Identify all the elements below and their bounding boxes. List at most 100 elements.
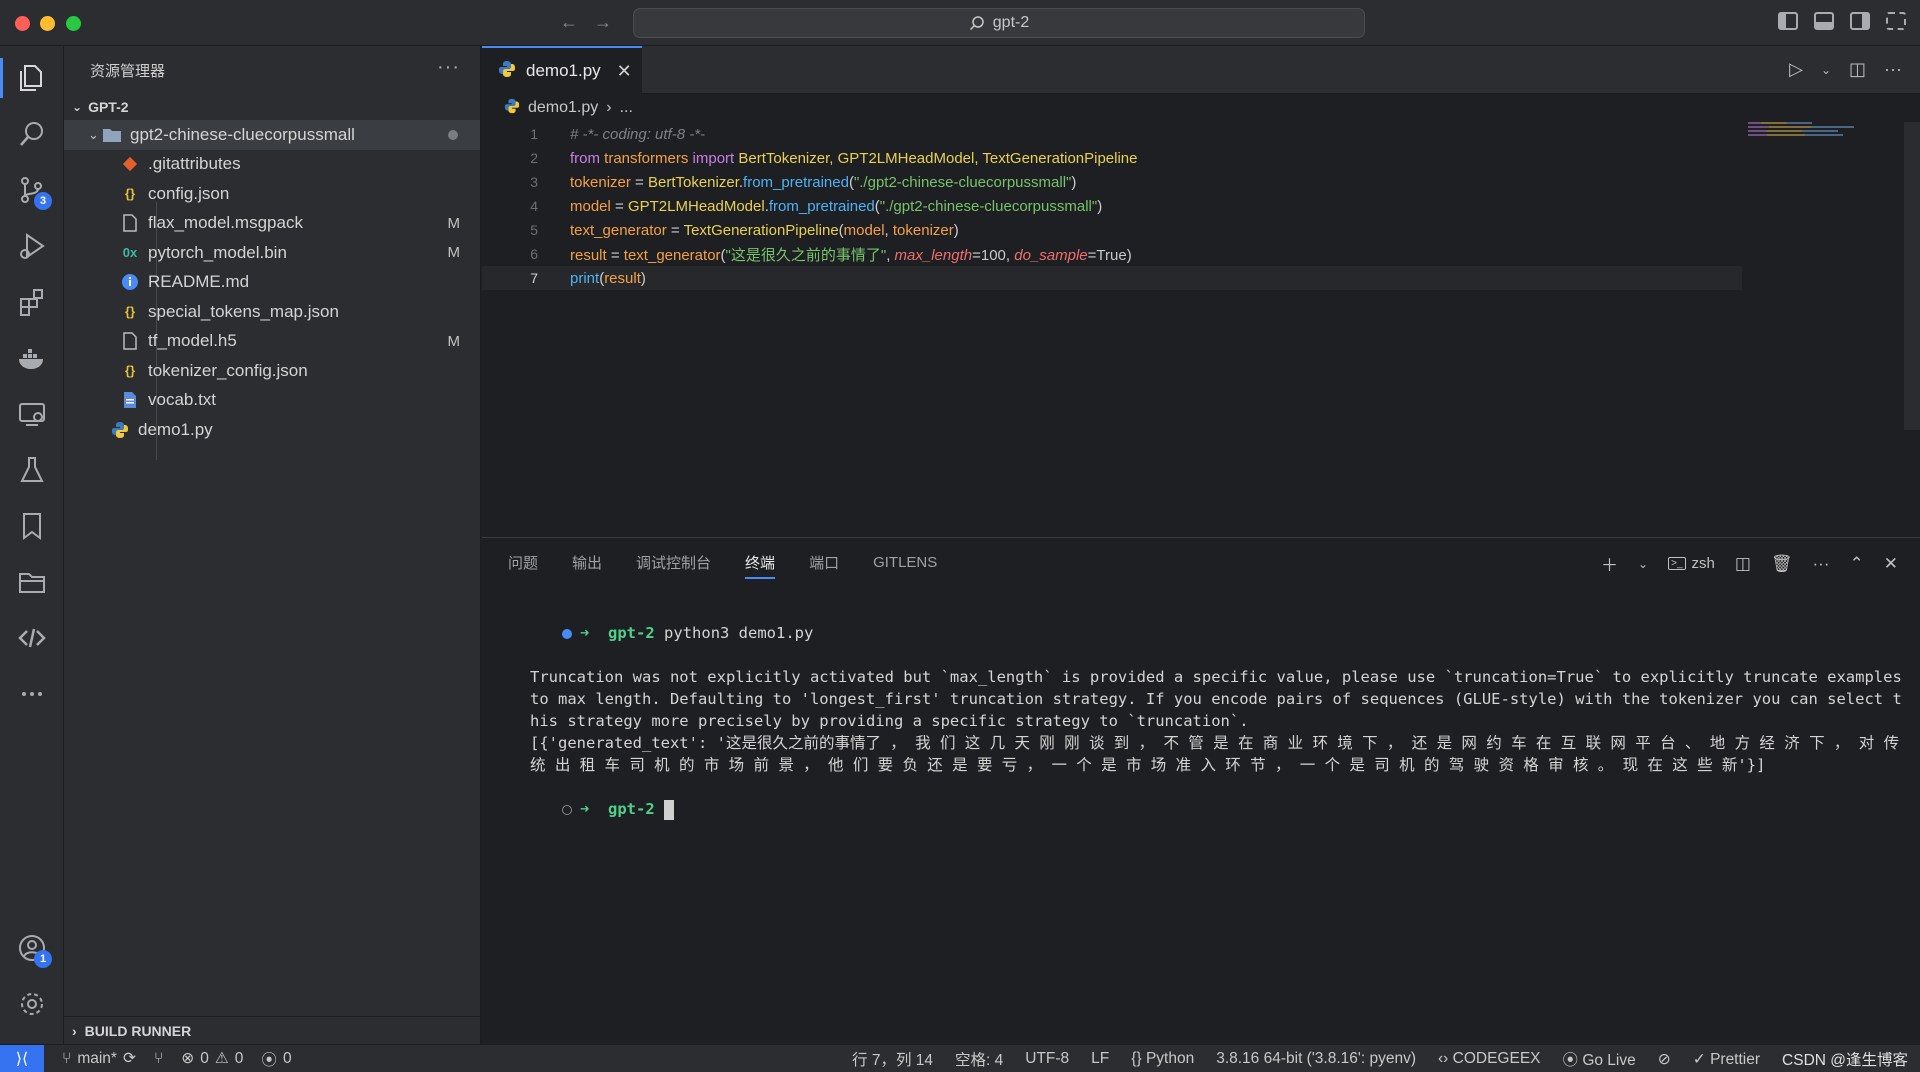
breadcrumb-symbol[interactable]: ... bbox=[620, 99, 633, 117]
indentation[interactable]: 空格: 4 bbox=[955, 1048, 1003, 1070]
problems-indicator[interactable]: ⊗ 0 ⚠ 0 bbox=[181, 1049, 243, 1068]
code-variable: text_generator bbox=[570, 221, 667, 239]
docker-icon[interactable] bbox=[0, 330, 64, 386]
close-icon[interactable]: ✕ bbox=[617, 61, 632, 82]
file-row[interactable]: {} tokenizer_config.json bbox=[64, 356, 480, 386]
tab-debug-console[interactable]: 调试控制台 bbox=[636, 552, 711, 573]
command-center-search[interactable]: gpt-2 bbox=[633, 8, 1365, 38]
terminal-warning-text: Truncation was not explicitly activated … bbox=[530, 668, 1912, 730]
accounts-icon[interactable]: 1 bbox=[0, 920, 64, 976]
tab-gitlens[interactable]: GITLENS bbox=[873, 554, 937, 571]
chevron-down-icon[interactable]: ⌄ bbox=[1638, 557, 1648, 571]
build-runner-section[interactable]: › BUILD RUNNER bbox=[64, 1016, 480, 1044]
terminal-shell-selector[interactable]: >_ zsh bbox=[1668, 555, 1715, 572]
file-row[interactable]: {} special_tokens_map.json bbox=[64, 297, 480, 327]
file-row[interactable]: {} config.json bbox=[64, 179, 480, 209]
forward-arrow-icon[interactable]: → bbox=[594, 12, 612, 33]
code-keyword: from bbox=[570, 149, 600, 167]
bottom-panel: 问题 输出 调试控制台 终端 端口 GITLENS ＋ ⌄ >_ zsh ◫ 🗑… bbox=[482, 537, 1920, 1044]
workspace-section-header[interactable]: ⌄ GPT-2 bbox=[64, 94, 480, 120]
minimize-window-button[interactable] bbox=[40, 16, 55, 31]
file-row[interactable]: 0x pytorch_model.bin M bbox=[64, 238, 480, 268]
branch-indicator[interactable]: ⑂ main* ⟳ bbox=[62, 1049, 136, 1068]
file-name: demo1.py bbox=[138, 419, 213, 439]
file-row-demo1[interactable]: demo1.py bbox=[64, 415, 480, 445]
json-icon: {} bbox=[124, 186, 136, 202]
tab-terminal[interactable]: 终端 bbox=[745, 552, 776, 579]
git-graph-icon[interactable]: ⑂ bbox=[154, 1050, 163, 1068]
remote-explorer-icon[interactable] bbox=[0, 386, 64, 442]
chevron-down-icon[interactable]: ⌄ bbox=[1821, 63, 1831, 77]
code-editor[interactable]: 1 # -*- coding: utf-8 -*- 2 from transfo… bbox=[482, 122, 1920, 536]
braces-icon: {} bbox=[1131, 1050, 1142, 1067]
prettier-label: Prettier bbox=[1710, 1050, 1761, 1068]
run-debug-icon[interactable] bbox=[0, 218, 64, 274]
more-views-icon[interactable] bbox=[0, 666, 64, 722]
terminal-output[interactable]: ➜ gpt-2 python3 demo1.py Truncation was … bbox=[506, 600, 1902, 842]
file-row[interactable]: README.md bbox=[64, 268, 480, 298]
broadcast-icon: ⦿ bbox=[261, 1051, 277, 1069]
file-row[interactable]: flax_model.msgpack M bbox=[64, 209, 480, 239]
more-actions-icon[interactable]: ··· bbox=[1813, 554, 1830, 574]
trash-icon[interactable]: 🗑 bbox=[1771, 554, 1793, 574]
project-manager-icon[interactable] bbox=[0, 554, 64, 610]
toggle-secondary-sidebar-icon[interactable] bbox=[1850, 12, 1870, 30]
split-terminal-icon[interactable]: ◫ bbox=[1735, 554, 1751, 574]
minimap[interactable] bbox=[1748, 122, 1854, 142]
remote-indicator-icon[interactable]: ⟩⟨ bbox=[0, 1044, 44, 1072]
tab-ports[interactable]: 端口 bbox=[809, 552, 839, 573]
code-icon[interactable] bbox=[0, 610, 64, 666]
folder-row[interactable]: ⌄ gpt2-chinese-cluecorpussmall bbox=[64, 120, 480, 150]
codegeex-status[interactable]: ‹› CODEGEEX bbox=[1438, 1050, 1541, 1068]
language-mode[interactable]: {} Python bbox=[1131, 1050, 1194, 1068]
customize-layout-icon[interactable] bbox=[1886, 12, 1906, 30]
more-actions-icon[interactable]: ··· bbox=[1884, 59, 1902, 80]
tab-problems[interactable]: 问题 bbox=[508, 552, 538, 573]
tab-demo1[interactable]: demo1.py ✕ bbox=[482, 46, 642, 94]
back-arrow-icon[interactable]: ← bbox=[560, 12, 578, 33]
ports-indicator[interactable]: ⦿ 0 bbox=[261, 1048, 291, 1070]
end-of-line[interactable]: LF bbox=[1091, 1050, 1109, 1068]
copilot-off-icon[interactable]: ⊘ bbox=[1658, 1050, 1671, 1069]
new-terminal-icon[interactable]: ＋ bbox=[1601, 551, 1618, 576]
search-activity-icon[interactable] bbox=[0, 106, 64, 162]
extensions-icon[interactable] bbox=[0, 274, 64, 330]
code-string: "./gpt2-chinese-cluecorpussmall" bbox=[879, 197, 1098, 215]
run-icon[interactable]: ▷ bbox=[1789, 59, 1803, 80]
file-row[interactable]: tf_model.h5 M bbox=[64, 327, 480, 357]
toggle-panel-icon[interactable] bbox=[1814, 12, 1834, 30]
code-parameter: do_sample bbox=[1014, 246, 1088, 264]
code-string: "这是很久之前的事情了" bbox=[725, 246, 887, 264]
close-panel-icon[interactable]: ✕ bbox=[1884, 554, 1898, 574]
settings-gear-icon[interactable] bbox=[0, 976, 64, 1032]
file-row[interactable]: .gitattributes bbox=[64, 150, 480, 180]
maximize-window-button[interactable] bbox=[66, 16, 81, 31]
bookmarks-icon[interactable] bbox=[0, 498, 64, 554]
split-editor-icon[interactable]: ◫ bbox=[1849, 59, 1866, 80]
editor-scrollbar[interactable] bbox=[1904, 122, 1920, 430]
workspace-name: GPT-2 bbox=[88, 99, 129, 115]
go-live-button[interactable]: ⦿ Go Live bbox=[1563, 1048, 1636, 1070]
testing-icon[interactable] bbox=[0, 442, 64, 498]
sync-icon[interactable]: ⟳ bbox=[123, 1049, 136, 1068]
maximize-panel-icon[interactable]: ⌃ bbox=[1850, 554, 1864, 574]
code-function: print bbox=[570, 269, 600, 287]
breadcrumb: demo1.py › ... bbox=[482, 94, 1920, 122]
more-actions-icon[interactable]: ··· bbox=[437, 56, 460, 79]
file-row[interactable]: vocab.txt bbox=[64, 386, 480, 416]
line-number: 6 bbox=[530, 246, 538, 262]
code-function: text_generator bbox=[623, 246, 721, 264]
folder-name: gpt2-chinese-cluecorpussmall bbox=[130, 124, 355, 144]
cursor-position[interactable]: 行 7，列 14 bbox=[852, 1048, 933, 1070]
tab-output[interactable]: 输出 bbox=[572, 552, 602, 573]
title-bar: ← → gpt-2 bbox=[0, 0, 1920, 46]
ports-count: 0 bbox=[282, 1049, 292, 1067]
source-control-icon[interactable]: 3 bbox=[0, 162, 64, 218]
toggle-primary-sidebar-icon[interactable] bbox=[1778, 12, 1798, 30]
python-interpreter[interactable]: 3.8.16 64-bit ('3.8.16': pyenv) bbox=[1216, 1050, 1416, 1068]
breadcrumb-file[interactable]: demo1.py bbox=[528, 99, 598, 117]
prettier-status[interactable]: ✓ Prettier bbox=[1693, 1050, 1760, 1069]
encoding[interactable]: UTF-8 bbox=[1025, 1050, 1069, 1068]
close-window-button[interactable] bbox=[15, 16, 30, 31]
explorer-icon[interactable] bbox=[0, 50, 64, 106]
